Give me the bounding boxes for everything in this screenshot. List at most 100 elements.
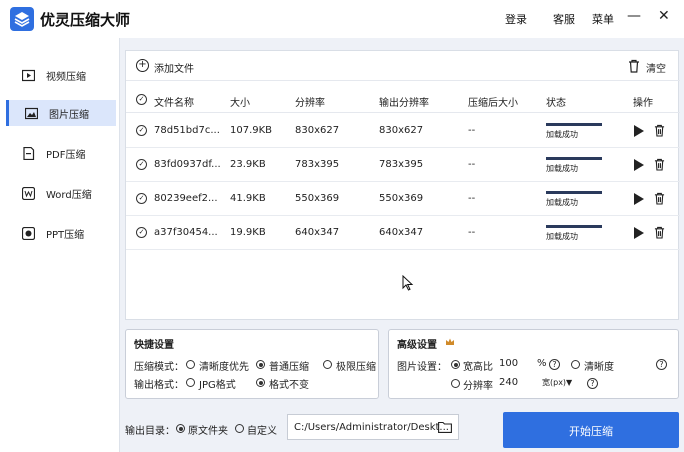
video-icon xyxy=(22,69,35,82)
sidebar-item-image[interactable]: 图片压缩 xyxy=(6,100,116,126)
resolution-unit-select[interactable]: 宽(px)▼ xyxy=(542,377,572,388)
sidebar-item-label: 视频压缩 xyxy=(46,72,86,83)
row-checkbox[interactable]: ✓ xyxy=(136,159,147,170)
mode-normal-radio[interactable] xyxy=(256,360,265,369)
output-bar: 输出目录： 原文件夹 自定义 C:/Users/Administrator/De… xyxy=(0,404,684,452)
image-icon xyxy=(25,107,38,120)
quick-settings-title: 快捷设置 xyxy=(134,340,174,351)
custom-folder-radio[interactable] xyxy=(235,424,244,433)
customer-service-button[interactable]: 客服 xyxy=(553,11,575,27)
trash-icon xyxy=(629,59,639,73)
help-icon[interactable]: ? xyxy=(587,378,598,389)
sidebar-item-word[interactable]: Word压缩 xyxy=(6,180,116,206)
sidebar-item-pdf[interactable]: PDF压缩 xyxy=(6,140,116,166)
file-toolbar: + 添加文件 清空 xyxy=(126,51,680,81)
mode-normal-label: 普通压缩 xyxy=(269,362,309,373)
status-progress-bar xyxy=(546,225,602,228)
col-after-size: 压缩后大小 xyxy=(468,98,518,109)
sidebar: 视频压缩 图片压缩 PDF压缩 Word压缩 PPT压缩 xyxy=(0,38,120,452)
title-bar: 优灵压缩大师 登录 客服 菜单 — ✕ xyxy=(0,0,684,38)
output-format-label: 输出格式： xyxy=(134,380,184,391)
row-checkbox[interactable]: ✓ xyxy=(136,193,147,204)
sidebar-item-ppt[interactable]: PPT压缩 xyxy=(6,220,116,246)
ppt-icon xyxy=(22,227,35,240)
row-checkbox[interactable]: ✓ xyxy=(136,125,147,136)
advanced-settings-title: 高级设置 xyxy=(397,340,437,351)
clarity-radio[interactable] xyxy=(571,360,580,369)
output-dir-label: 输出目录： xyxy=(125,426,175,437)
trash-icon[interactable] xyxy=(654,226,665,239)
status-text: 加载成功 xyxy=(546,130,578,139)
output-resolution: 640x347 xyxy=(379,227,424,238)
table-header: ✓ 文件名称 大小 分辨率 输出分辨率 压缩后大小 状态 操作 xyxy=(126,87,680,113)
format-jpg-label: JPG格式 xyxy=(199,380,236,391)
play-icon[interactable] xyxy=(634,227,644,239)
table-row[interactable]: ✓ 78d51bd7c... 107.9KB 830x627 830x627 -… xyxy=(126,114,680,148)
mode-extreme-radio[interactable] xyxy=(323,360,332,369)
start-compress-button[interactable]: 开始压缩 xyxy=(503,412,679,448)
mode-clarity-label: 清晰度优先 xyxy=(199,362,249,373)
format-jpg-radio[interactable] xyxy=(186,378,195,387)
resolution-label: 分辨率 xyxy=(463,381,493,392)
resolution-radio[interactable] xyxy=(451,379,460,388)
ratio-unit: % xyxy=(537,358,547,369)
row-checkbox[interactable]: ✓ xyxy=(136,227,147,238)
status-progress-bar xyxy=(546,157,602,160)
col-name: 文件名称 xyxy=(154,98,194,109)
sidebar-item-video[interactable]: 视频压缩 xyxy=(6,62,116,88)
help-icon[interactable]: ? xyxy=(656,359,667,370)
after-size: -- xyxy=(468,193,476,204)
start-compress-label: 开始压缩 xyxy=(569,425,613,438)
trash-icon[interactable] xyxy=(654,158,665,171)
sidebar-item-label: 图片压缩 xyxy=(49,110,89,121)
close-button[interactable]: ✕ xyxy=(658,8,670,24)
mode-clarity-radio[interactable] xyxy=(186,360,195,369)
output-path-text: C:/Users/Administrator/Deskt... xyxy=(294,422,449,433)
mode-extreme-label: 极限压缩 xyxy=(336,362,376,373)
ratio-input[interactable]: 100 xyxy=(499,358,518,369)
clear-button[interactable]: 清空 xyxy=(628,59,672,75)
play-icon[interactable] xyxy=(634,193,644,205)
login-button[interactable]: 登录 xyxy=(505,11,527,27)
trash-icon[interactable] xyxy=(654,192,665,205)
pdf-icon xyxy=(23,147,35,160)
table-row[interactable]: ✓ 83fd0937df... 23.9KB 783x395 783x395 -… xyxy=(126,148,680,182)
image-settings-label: 图片设置： xyxy=(397,362,447,373)
file-name: 83fd0937df... xyxy=(154,159,221,170)
status-progress-bar xyxy=(546,191,602,194)
custom-folder-label: 自定义 xyxy=(247,426,277,437)
format-keep-label: 格式不变 xyxy=(269,380,309,391)
file-size: 19.9KB xyxy=(230,227,266,238)
ratio-label: 宽高比 xyxy=(463,362,493,373)
file-name: 78d51bd7c... xyxy=(154,125,220,136)
help-icon[interactable]: ? xyxy=(549,359,560,370)
play-icon[interactable] xyxy=(634,125,644,137)
file-size: 23.9KB xyxy=(230,159,266,170)
app-logo-icon xyxy=(10,7,34,31)
file-name: a37f30454... xyxy=(154,227,218,238)
table-row[interactable]: ✓ 80239eef2... 41.9KB 550x369 550x369 --… xyxy=(126,182,680,216)
output-path-field[interactable]: C:/Users/Administrator/Deskt... xyxy=(287,414,459,440)
add-file-label: 添加文件 xyxy=(154,64,194,75)
folder-icon[interactable] xyxy=(438,421,452,433)
output-resolution: 783x395 xyxy=(379,159,424,170)
after-size: -- xyxy=(468,159,476,170)
file-name: 80239eef2... xyxy=(154,193,218,204)
ratio-radio[interactable] xyxy=(451,360,460,369)
after-size: -- xyxy=(468,227,476,238)
format-keep-radio[interactable] xyxy=(256,378,265,387)
plus-icon: + xyxy=(136,59,149,72)
menu-button[interactable]: 菜单 xyxy=(592,11,614,27)
original-folder-radio[interactable] xyxy=(176,424,185,433)
col-size: 大小 xyxy=(230,98,250,109)
after-size: -- xyxy=(468,125,476,136)
original-folder-label: 原文件夹 xyxy=(188,426,228,437)
clarity-label: 清晰度 xyxy=(584,362,614,373)
play-icon[interactable] xyxy=(634,159,644,171)
trash-icon[interactable] xyxy=(654,124,665,137)
select-all-checkbox[interactable]: ✓ xyxy=(136,94,147,105)
table-row[interactable]: ✓ a37f30454... 19.9KB 640x347 640x347 --… xyxy=(126,216,680,250)
resolution-input[interactable]: 240 xyxy=(499,377,518,388)
minimize-button[interactable]: — xyxy=(627,8,641,24)
quick-settings-panel: 快捷设置 压缩模式： 清晰度优先 普通压缩 极限压缩 输出格式： JPG格式 格… xyxy=(125,329,379,399)
